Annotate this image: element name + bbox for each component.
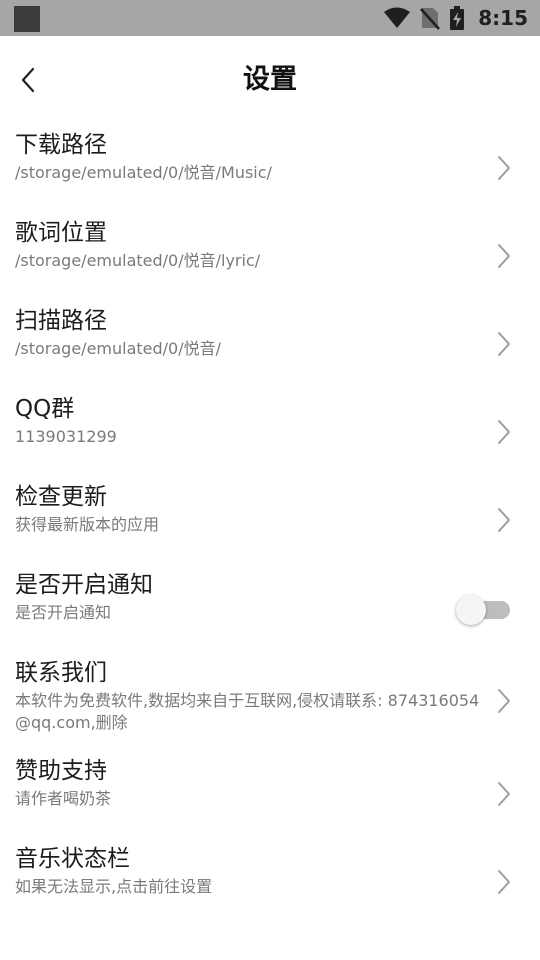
settings-row-contact-us[interactable]: 联系我们 本软件为免费软件,数据均来自于互联网,侵权请联系: 874316054… [0, 652, 540, 750]
settings-row-music-statusbar[interactable]: 音乐状态栏 如果无法显示,点击前往设置 [0, 838, 540, 926]
settings-list: 下载路径 /storage/emulated/0/悦音/Music/ 歌词位置 … [0, 124, 540, 926]
row-subtitle: 获得最新版本的应用 [15, 515, 160, 534]
row-title: QQ群 [15, 396, 75, 422]
row-subtitle: /storage/emulated/0/悦音/Music/ [15, 163, 272, 182]
chevron-right-icon [498, 332, 510, 356]
row-subtitle: /storage/emulated/0/悦音/ [15, 339, 222, 358]
row-title: 音乐状态栏 [15, 846, 130, 872]
wifi-icon [384, 7, 411, 28]
chevron-right-icon [498, 782, 510, 806]
settings-row-download-path[interactable]: 下载路径 /storage/emulated/0/悦音/Music/ [0, 124, 540, 212]
chevron-right-icon [498, 508, 510, 532]
toggle-thumb [456, 595, 486, 625]
settings-row-qq-group[interactable]: QQ群 1139031299 [0, 388, 540, 476]
row-title: 检查更新 [15, 484, 107, 510]
row-subtitle: 如果无法显示,点击前往设置 [15, 877, 213, 896]
chevron-right-icon [498, 870, 510, 894]
row-subtitle: /storage/emulated/0/悦音/lyric/ [15, 251, 261, 270]
row-title: 歌词位置 [15, 220, 107, 246]
no-sim-icon [420, 8, 441, 30]
page-title: 设置 [243, 64, 297, 95]
chevron-right-icon [498, 244, 510, 268]
app-notification-icon [14, 6, 40, 32]
row-title: 扫描路径 [15, 308, 107, 334]
app-header: 设置 [0, 36, 540, 124]
settings-row-lyric-location[interactable]: 歌词位置 /storage/emulated/0/悦音/lyric/ [0, 212, 540, 300]
status-time: 8:15 [478, 6, 528, 30]
chevron-right-icon [498, 420, 510, 444]
settings-row-scan-path[interactable]: 扫描路径 /storage/emulated/0/悦音/ [0, 300, 540, 388]
row-title: 下载路径 [15, 132, 107, 158]
settings-row-notification: 是否开启通知 是否开启通知 [0, 564, 540, 652]
status-bar: 8:15 [0, 0, 540, 36]
battery-charging-icon [450, 6, 465, 30]
row-title: 联系我们 [15, 660, 107, 686]
row-subtitle: 1139031299 [15, 427, 117, 446]
notification-toggle[interactable] [456, 593, 510, 625]
settings-row-check-update[interactable]: 检查更新 获得最新版本的应用 [0, 476, 540, 564]
settings-row-sponsor[interactable]: 赞助支持 请作者喝奶茶 [0, 750, 540, 838]
row-title: 是否开启通知 [15, 572, 153, 598]
chevron-right-icon [498, 156, 510, 180]
row-subtitle: 是否开启通知 [15, 603, 112, 622]
row-subtitle: 本软件为免费软件,数据均来自于互联网,侵权请联系: 874316054@qq.c… [15, 691, 480, 732]
status-icons: 8:15 [384, 0, 528, 36]
row-subtitle: 请作者喝奶茶 [15, 789, 112, 808]
row-title: 赞助支持 [15, 758, 107, 784]
chevron-right-icon [498, 689, 510, 713]
